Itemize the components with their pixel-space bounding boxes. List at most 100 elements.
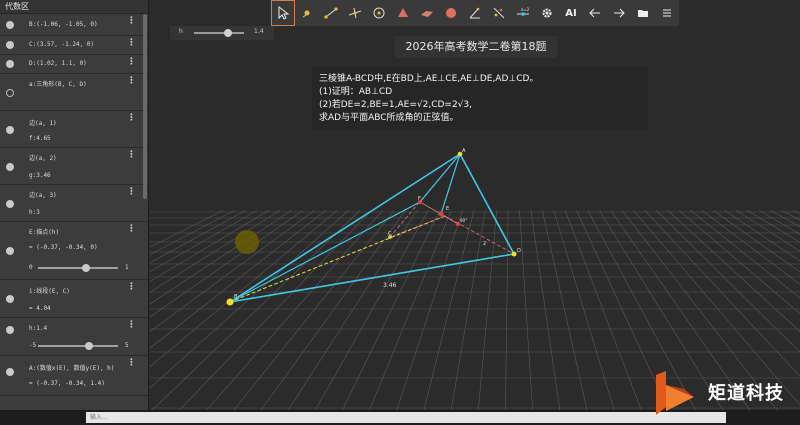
algebra-expression[interactable]: 边(a, 1) xyxy=(29,118,57,127)
hamburger-menu-icon xyxy=(663,9,671,17)
slider-knob[interactable] xyxy=(85,342,94,350)
command-input[interactable] xyxy=(86,412,726,423)
more-options-icon[interactable]: ⋮ xyxy=(127,58,136,67)
brand-logo: 矩道科技 xyxy=(654,371,800,415)
point-E[interactable] xyxy=(438,211,444,217)
point-icon xyxy=(302,10,310,18)
h-slider-widget[interactable]: h 1.4 xyxy=(170,26,274,40)
algebra-value: = 4.04 xyxy=(29,305,51,312)
visibility-toggle[interactable] xyxy=(6,295,14,303)
main-menu-button[interactable] xyxy=(655,0,679,26)
more-options-icon[interactable]: ⋮ xyxy=(127,359,136,368)
algebra-row-A[interactable]: A:(数值x(E), 数值y(E), h) = (-0.37, -0.34, 1… xyxy=(0,356,148,396)
segment-icon xyxy=(324,7,338,19)
label-C: C xyxy=(388,231,392,237)
problem-line: (2)若DE=2,BE=1,AE=√2,CD=2√3, xyxy=(319,100,472,110)
visibility-toggle[interactable] xyxy=(6,163,14,171)
settings-tool-button[interactable] xyxy=(535,0,559,26)
more-options-icon[interactable]: ⋮ xyxy=(127,321,136,330)
label-B: B xyxy=(234,294,238,300)
visibility-toggle[interactable] xyxy=(6,200,14,208)
algebra-row-h-edge[interactable]: 边(a, 3) h:3 ⋮ xyxy=(0,185,148,222)
slider-min: -5 xyxy=(29,342,37,349)
perpendicular-line-tool-button[interactable] xyxy=(343,0,367,26)
algebra-expression[interactable]: E:描点(h) xyxy=(29,227,59,236)
algebra-expression[interactable]: h:1.4 xyxy=(29,325,47,332)
ai-tool-button[interactable]: AI xyxy=(559,0,583,26)
algebra-expression[interactable]: D:(1.02, 1.1, 0) xyxy=(29,60,87,67)
slider-max: 5 xyxy=(125,342,129,349)
h-slider[interactable] xyxy=(38,342,118,350)
angle-tool-button[interactable] xyxy=(463,0,487,26)
algebra-expression[interactable]: C:(3.57, -1.24, 0) xyxy=(29,41,94,48)
open-file-button[interactable] xyxy=(631,0,655,26)
visibility-toggle[interactable] xyxy=(6,247,14,255)
more-options-icon[interactable]: ⋮ xyxy=(127,114,136,123)
reflect-icon xyxy=(493,7,505,19)
toolbar: a=2 AI xyxy=(271,0,679,26)
angle-icon xyxy=(469,7,480,19)
algebra-expression[interactable]: i:线段(E, C) xyxy=(29,286,70,295)
more-options-icon[interactable]: ⋮ xyxy=(127,283,136,292)
sidebar-scrollbar[interactable] xyxy=(143,14,147,199)
pyramid-tool-button[interactable] xyxy=(391,0,415,26)
sphere-icon xyxy=(446,8,456,18)
label-E: E xyxy=(446,206,449,212)
visibility-toggle[interactable] xyxy=(6,89,14,97)
problem-line: (1)证明：AB⊥CD xyxy=(319,87,393,97)
algebra-row-f[interactable]: 边(a, 1) f:4.65 ⋮ xyxy=(0,111,148,148)
point-B[interactable] xyxy=(226,298,234,306)
circle-tool-button[interactable] xyxy=(367,0,391,26)
more-options-icon[interactable]: ⋮ xyxy=(127,188,136,197)
algebra-value: f:4.65 xyxy=(29,135,51,142)
more-options-icon[interactable]: ⋮ xyxy=(127,39,136,48)
redo-button[interactable] xyxy=(607,0,631,26)
geogebra-app: 代数区 B:(-1.06, -1.05, 0) ⋮ C:(3.57, -1.24… xyxy=(0,0,800,425)
slider-max: 1 xyxy=(125,264,129,271)
visibility-toggle[interactable] xyxy=(6,368,14,376)
sphere-tool-button[interactable] xyxy=(439,0,463,26)
reflect-tool-button[interactable] xyxy=(487,0,511,26)
algebra-row-triangle[interactable]: a:三角形(B, C, D) ⋮ xyxy=(0,74,148,111)
undo-button[interactable] xyxy=(583,0,607,26)
visibility-toggle[interactable] xyxy=(6,60,14,68)
more-options-icon[interactable]: ⋮ xyxy=(127,151,136,160)
angle-mark: 90° xyxy=(460,218,467,223)
algebra-row-D[interactable]: D:(1.02, 1.1, 0) ⋮ xyxy=(0,55,148,74)
algebra-row-g[interactable]: 边(a, 2) g:3.46 ⋮ xyxy=(0,148,148,185)
slider-knob[interactable] xyxy=(82,264,90,272)
visibility-toggle[interactable] xyxy=(6,21,14,29)
algebra-expression[interactable]: 边(a, 2) xyxy=(29,153,57,162)
move-tool-button[interactable] xyxy=(271,0,295,26)
more-options-icon[interactable]: ⋮ xyxy=(127,17,136,26)
slider-min: 0 xyxy=(29,264,33,271)
algebra-row-B[interactable]: B:(-1.06, -1.05, 0) ⋮ xyxy=(0,14,148,36)
visibility-toggle[interactable] xyxy=(6,326,14,334)
point-tool-button[interactable] xyxy=(295,0,319,26)
label-F: F xyxy=(418,196,421,202)
plane-tool-button[interactable] xyxy=(415,0,439,26)
e-point-slider[interactable] xyxy=(38,264,118,272)
algebra-value: = (-0.37, -0.34, 0) xyxy=(29,244,98,251)
circle-icon xyxy=(373,7,385,19)
algebra-row-h[interactable]: h:1.4 -5 5 ⋮ xyxy=(0,318,148,356)
algebra-expression[interactable]: B:(-1.06, -1.05, 0) xyxy=(29,21,98,28)
visibility-toggle[interactable] xyxy=(6,41,14,49)
algebra-expression[interactable]: a:三角形(B, C, D) xyxy=(29,79,87,88)
algebra-expression[interactable]: A:(数值x(E), 数值y(E), h) xyxy=(29,363,114,372)
visibility-toggle[interactable] xyxy=(6,126,14,134)
more-options-icon[interactable]: ⋮ xyxy=(127,77,136,86)
point-D[interactable] xyxy=(511,251,517,257)
arrow-right-icon xyxy=(614,8,625,18)
h-slider-track[interactable] xyxy=(194,32,244,34)
svg-text:a=2: a=2 xyxy=(521,7,530,12)
more-options-icon[interactable]: ⋮ xyxy=(127,225,136,234)
slider-tool-button[interactable]: a=2 xyxy=(511,0,535,26)
algebra-row-C[interactable]: C:(3.57, -1.24, 0) ⋮ xyxy=(0,36,148,55)
algebra-row-i[interactable]: i:线段(E, C) = 4.04 ⋮ xyxy=(0,280,148,318)
segment-tool-button[interactable] xyxy=(319,0,343,26)
algebra-row-E[interactable]: E:描点(h) = (-0.37, -0.34, 0) 0 1 ⋮ xyxy=(0,222,148,280)
algebra-expression[interactable]: 边(a, 3) xyxy=(29,190,57,199)
problem-title: 2026年高考数学二卷第18题 xyxy=(395,36,557,58)
h-slider-knob[interactable] xyxy=(224,29,232,37)
